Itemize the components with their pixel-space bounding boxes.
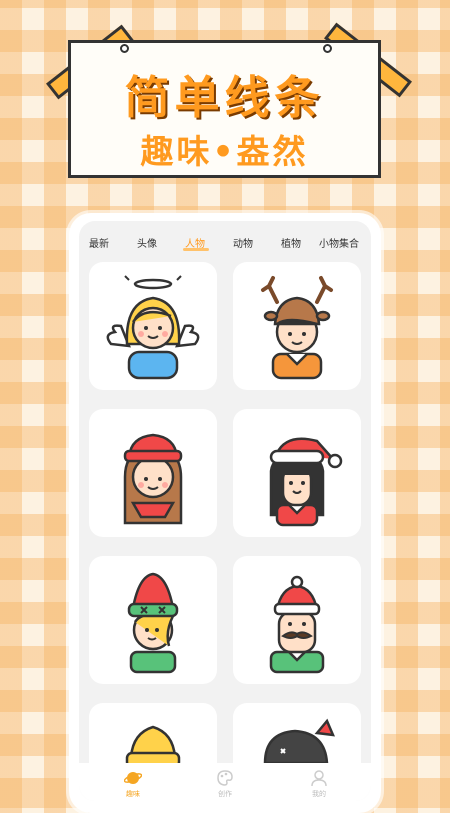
gallery-card-angel[interactable]: [89, 262, 217, 390]
banner-title: 简单线条: [124, 71, 325, 124]
nav-create-label: 创作: [218, 790, 232, 798]
tab-avatar[interactable]: 头像: [137, 235, 157, 250]
tab-plants[interactable]: 植物: [281, 235, 301, 250]
phone-mockup: 最新 头像 人物 动物 植物 小物集合 趣味 创作 我的: [69, 213, 381, 813]
santa-hat-girl-icon: [269, 437, 343, 527]
tab-animals[interactable]: 动物: [233, 235, 253, 250]
gallery-card-mustache[interactable]: [233, 556, 361, 684]
palette-icon: [217, 770, 233, 786]
elf-girl-icon: [127, 572, 179, 674]
mustache-man-icon: [269, 575, 325, 674]
bottom-navigation: 趣味 创作 我的: [79, 763, 371, 801]
planet-icon: [124, 772, 142, 784]
nav-fun[interactable]: 趣味: [103, 769, 163, 799]
angel-girl-icon: [106, 275, 200, 380]
user-icon: [311, 770, 327, 787]
app-screen: 最新 头像 人物 动物 植物 小物集合 趣味 创作 我的: [79, 221, 371, 801]
tab-people[interactable]: 人物: [185, 235, 205, 250]
banner-subtitle: 趣味•盎然: [140, 132, 309, 171]
nav-create[interactable]: 创作: [195, 769, 255, 799]
nav-fun-label: 趣味: [126, 790, 140, 798]
promo-banner: 简单线条 趣味•盎然: [68, 40, 381, 178]
gallery-card-elf[interactable]: [89, 556, 217, 684]
nav-mine[interactable]: 我的: [289, 769, 349, 799]
gallery-card-santa-girl[interactable]: [233, 409, 361, 537]
gallery-card-winter-girl[interactable]: [89, 409, 217, 537]
reindeer-hat-boy-icon: [261, 276, 333, 380]
tab-small-items[interactable]: 小物集合: [319, 235, 359, 250]
pin-dot-left: [120, 44, 129, 53]
pin-dot-right: [323, 44, 332, 53]
nav-mine-label: 我的: [312, 790, 326, 798]
category-tabs: 最新 头像 人物 动物 植物 小物集合: [79, 235, 371, 253]
winter-hat-girl-icon: [123, 433, 183, 525]
gallery-card-reindeer[interactable]: [233, 262, 361, 390]
tab-latest[interactable]: 最新: [89, 235, 109, 250]
